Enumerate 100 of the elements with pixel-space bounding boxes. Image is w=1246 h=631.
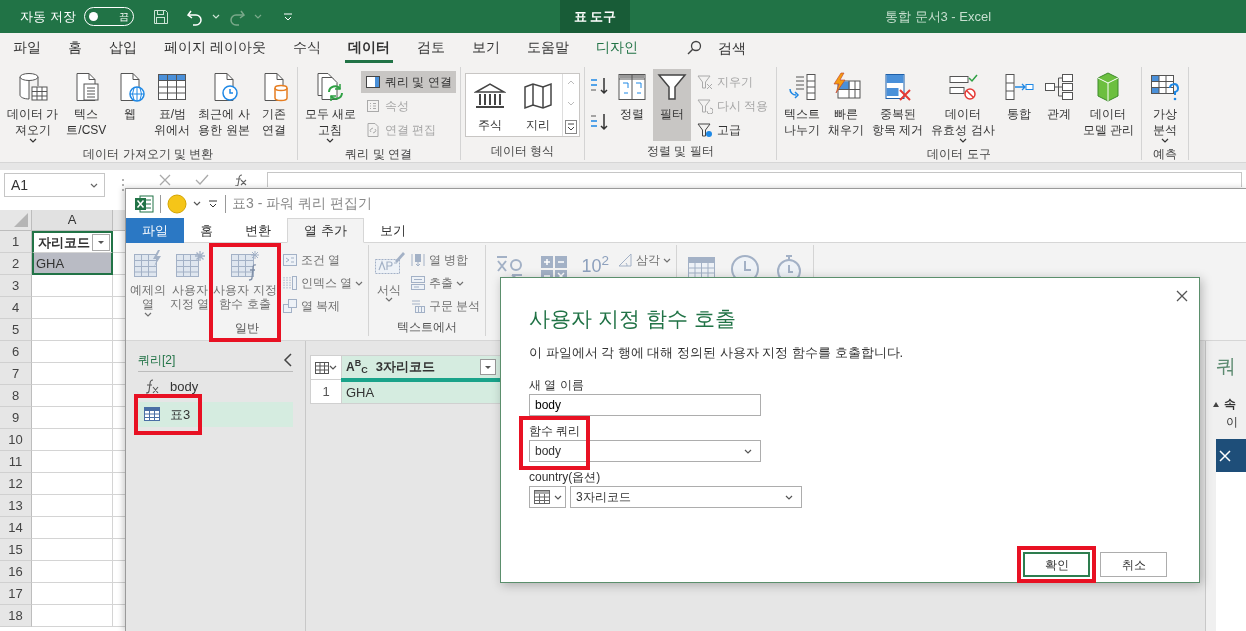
sort-ascending-icon[interactable] <box>588 75 611 97</box>
cancel-button[interactable]: 취소 <box>1100 552 1167 577</box>
group-label: 데이터 도구 <box>926 146 992 162</box>
ribbon-tab[interactable]: 파일 <box>126 218 184 243</box>
close-icon[interactable] <box>1175 289 1189 303</box>
query-item[interactable]: 표3 <box>138 401 293 427</box>
ribbon-button[interactable]: 최근에 사 용한 원본 <box>195 69 253 141</box>
ribbon-button[interactable]: 추출 <box>408 272 483 294</box>
row-header[interactable]: 18 <box>0 605 32 627</box>
row-header[interactable]: 15 <box>0 539 32 561</box>
ribbon-button[interactable]: 열 병합 <box>408 249 483 271</box>
menu-tab[interactable]: 페이지 레이아웃 <box>155 33 275 63</box>
customize-icon[interactable] <box>281 10 294 23</box>
ribbon-tab[interactable]: 열 추가 <box>287 218 364 243</box>
ribbon-button[interactable]: 중복된 항목 제거 <box>869 69 927 141</box>
table-menu-button[interactable] <box>315 361 337 374</box>
search-button[interactable]: 검색 <box>685 37 746 59</box>
close-button[interactable] <box>1216 439 1246 472</box>
ribbon-button[interactable]: 데이터 유효성 검사 <box>928 69 998 146</box>
confirm-button[interactable]: 확인 <box>1023 552 1090 577</box>
ribbon-button[interactable]: 기존 연결 <box>254 69 293 141</box>
formula-field[interactable] <box>267 172 1242 187</box>
excel-logo-icon[interactable] <box>134 194 154 213</box>
name-box[interactable]: A1 <box>4 173 105 197</box>
column-header[interactable]: A$^{B}$$_{C}$ 3자리코드 <box>341 355 501 380</box>
row-header[interactable]: 11 <box>0 451 32 473</box>
row-header[interactable]: 3 <box>0 275 32 297</box>
ribbon-button[interactable]: 예제의 열 <box>129 247 167 319</box>
ribbon-button[interactable]: 구문 분석 <box>408 295 483 317</box>
ribbon-button[interactable]: 가상 분석 <box>1146 69 1185 146</box>
collapse-icon[interactable] <box>1212 400 1220 408</box>
menu-tab[interactable]: 파일 <box>4 33 50 63</box>
menu-tab[interactable]: 검토 <box>407 33 454 63</box>
menu-tab[interactable]: 홈 <box>59 33 91 63</box>
row-header[interactable]: 14 <box>0 517 32 539</box>
dropdown-field[interactable]: 3자리코드 <box>570 486 802 508</box>
ribbon-button[interactable]: 쿼리 및 연결 <box>361 71 456 93</box>
ribbon-button[interactable]: 정렬 <box>612 69 651 141</box>
column-type-button[interactable] <box>529 486 566 508</box>
menu-tab[interactable]: 디자인 <box>586 33 647 63</box>
ribbon-tab[interactable]: 보기 <box>363 218 422 243</box>
dropdown-icon[interactable] <box>480 358 496 375</box>
ribbon-button[interactable]: 통합 <box>999 69 1038 141</box>
ribbon-button[interactable]: 서식 <box>372 247 407 311</box>
row-header[interactable]: 6 <box>0 341 32 363</box>
row-header[interactable]: 16 <box>0 561 32 583</box>
ribbon-button[interactable]: 표/범 위에서 <box>151 69 194 141</box>
dropdown-field[interactable]: body <box>529 440 761 462</box>
row-header[interactable]: 13 <box>0 495 32 517</box>
ribbon-button[interactable]: 인덱스 열 <box>279 272 366 294</box>
customize-icon[interactable] <box>207 197 219 210</box>
query-item[interactable]: body <box>138 374 293 400</box>
more-icon[interactable] <box>564 120 577 134</box>
ribbon-button[interactable]: 관계 <box>1039 69 1078 141</box>
dialog-description: 이 파일에서 각 행에 대해 정의된 사용자 지정 함수를 호출합니다. <box>529 343 905 362</box>
ribbon-button[interactable]: 사용자 지정 열 <box>169 247 211 314</box>
ribbon-button[interactable]: 조건 열 <box>279 249 366 271</box>
row-header[interactable]: 7 <box>0 363 32 385</box>
row-header[interactable]: 2 <box>0 253 32 275</box>
duplicate-column-icon <box>281 298 298 314</box>
ribbon-tab[interactable]: 홈 <box>184 218 229 243</box>
sort-descending-icon[interactable] <box>588 111 611 133</box>
save-icon[interactable] <box>151 7 170 26</box>
ribbon-tab[interactable]: 변환 <box>229 218 287 243</box>
text-field[interactable]: body <box>529 394 761 416</box>
context-tab[interactable]: 표 도구 <box>560 0 630 33</box>
row-header[interactable]: 12 <box>0 473 32 495</box>
menu-tab[interactable]: 삽입 <box>100 33 146 63</box>
ribbon-button[interactable]: 텍스트 나누기 <box>781 69 824 141</box>
ribbon-button[interactable]: 고급 <box>692 119 773 141</box>
row-header[interactable]: 10 <box>0 429 32 451</box>
ribbon-button[interactable]: 웹 <box>111 69 150 141</box>
ribbon-button[interactable]: 빠른 채우기 <box>825 69 868 141</box>
ribbon-button[interactable]: 열 복제 <box>279 295 366 317</box>
menu-tab[interactable]: 도움말 <box>517 33 578 63</box>
ribbon-button[interactable]: 데이터 모델 관리 <box>1079 69 1138 141</box>
function-icon[interactable] <box>233 174 247 186</box>
menu-tab[interactable]: 보기 <box>462 33 509 63</box>
ribbon-button[interactable]: 텍스 트/CSV <box>63 69 110 141</box>
row-header[interactable]: 17 <box>0 583 32 605</box>
row-header[interactable]: 9 <box>0 407 32 429</box>
cancel-icon[interactable] <box>159 174 171 186</box>
ribbon-button[interactable]: 모두 새로 고침 <box>301 69 360 146</box>
gallery-button[interactable]: 주식 <box>465 74 514 136</box>
gallery-button[interactable]: 지리 <box>513 74 562 136</box>
ribbon-button[interactable]: 삼각 <box>614 249 673 271</box>
row-header[interactable]: 8 <box>0 385 32 407</box>
menu-tab[interactable]: 수식 <box>283 33 330 63</box>
conditional-column-icon <box>281 252 298 268</box>
ribbon-button[interactable]: 필터 <box>652 69 691 141</box>
ribbon-button[interactable]: 사용자 지정 함수 호출 <box>212 247 278 314</box>
enter-icon[interactable] <box>195 174 209 186</box>
column-header[interactable]: A <box>32 210 113 231</box>
collapse-icon[interactable] <box>283 353 293 367</box>
row-header[interactable]: 1 <box>0 231 32 253</box>
row-header[interactable]: 5 <box>0 319 32 341</box>
filter-dropdown-icon[interactable] <box>92 234 110 251</box>
ribbon-button[interactable]: 데이터 가 져오기 <box>4 69 62 146</box>
close-icon <box>1218 448 1232 463</box>
row-header[interactable]: 4 <box>0 297 32 319</box>
